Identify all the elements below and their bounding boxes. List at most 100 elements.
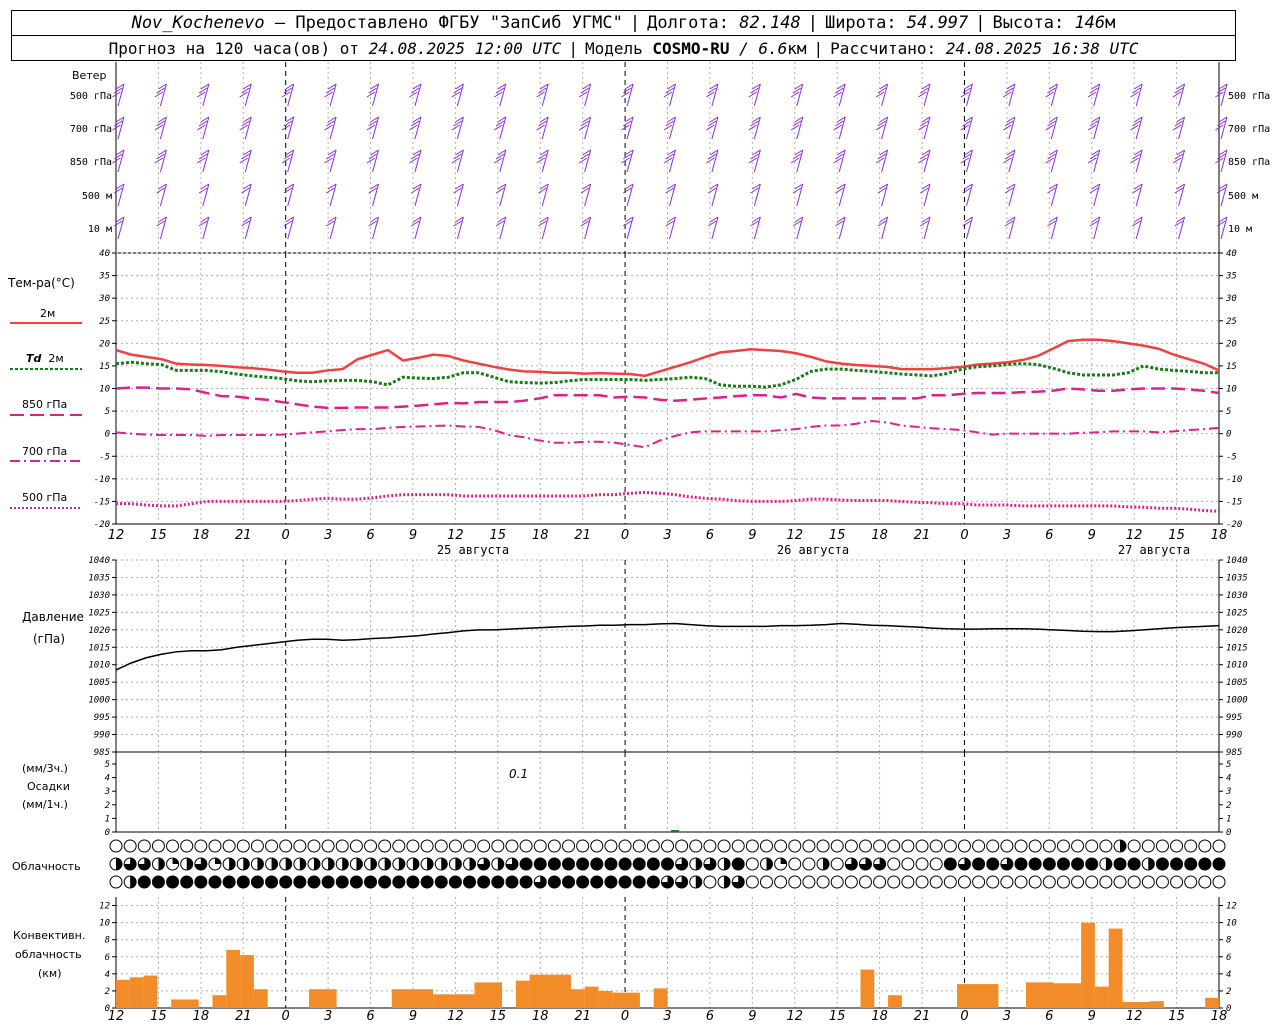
pres-tick-label-right: 1030: [1226, 591, 1248, 601]
conv-bar: [226, 949, 241, 1008]
temp-tick-label-right: 30: [1225, 294, 1237, 304]
temp-tick-label-left: 20: [99, 339, 110, 349]
wind-barb-feather: [1174, 220, 1184, 227]
temp-x-tick-label: 18: [193, 528, 210, 543]
wind-barb-feather: [1089, 87, 1099, 94]
cloud-middle-fill: [384, 858, 391, 870]
cloud-upper-circle: [661, 839, 674, 853]
cloud-middle-circle: [1127, 857, 1141, 871]
wind-barb-feather: [368, 153, 378, 160]
conv-bar: [529, 974, 571, 1008]
wind-barb: [283, 183, 295, 207]
wind-barb-feather: [1047, 220, 1056, 227]
cloud-middle-circle: [1184, 857, 1198, 871]
temp-x-tick-label: 21: [235, 528, 252, 543]
wind-barb-feather: [580, 120, 590, 127]
wind-barb-feather: [707, 220, 717, 227]
cloud-upper-circle: [434, 839, 448, 853]
wind-barb-feather: [326, 120, 335, 127]
wind-barb: [239, 83, 252, 107]
wind-barb: [1172, 116, 1186, 140]
wind-barb-feather: [1132, 87, 1141, 94]
cloud-middle-fill: [695, 858, 702, 870]
wind-barb-feather: [241, 187, 250, 194]
wind-barb-feather: [239, 124, 248, 131]
wind-barb-feather: [1045, 124, 1054, 131]
wind-barb-feather: [663, 124, 673, 131]
wind-barb-feather: [835, 120, 844, 127]
conv-bar: [391, 989, 406, 1008]
cloud-middle-fill: [172, 858, 179, 864]
meteogram: 500 гПа 500 гПа 700 гПа 700 гПа 850 гПа 850 г…: [10, 62, 1270, 1024]
wind-barb-feather: [835, 220, 844, 227]
wind-barb-feather: [1174, 87, 1184, 94]
cloud-lower-circle: [505, 875, 519, 889]
temp-tick-label-left: 30: [98, 294, 110, 304]
wind-barb-feather: [1174, 120, 1184, 127]
cloud-upper-circle: [972, 839, 986, 853]
conv-bar: [129, 977, 144, 1008]
cloud-upper-circle: [901, 839, 915, 853]
cloud-upper-circle: [717, 839, 731, 853]
wind-level-label-right: 500 гПа: [1228, 91, 1270, 102]
wind-barb-feather: [919, 153, 929, 160]
cloud-lower-circle: [1028, 875, 1042, 889]
temp-x-tick-label: 3: [324, 528, 332, 543]
cloud-lower-circle: [562, 875, 576, 889]
wind-barb-feather: [580, 220, 590, 227]
conv-x-tick-label: 18: [871, 1009, 888, 1024]
cloud-upper-circle: [123, 839, 137, 853]
cloud-lower-circle: [901, 875, 915, 889]
cloud-upper-circle: [873, 839, 887, 853]
wind-barb-feather: [707, 187, 717, 194]
wind-barb: [281, 83, 295, 107]
temp-x-tick-label: 15: [1168, 528, 1185, 543]
cloud-lower-circle: [491, 875, 505, 889]
cloud-lower-circle: [1127, 875, 1141, 889]
cloud-upper-circle: [533, 839, 547, 853]
cloud-middle-fill: [116, 858, 122, 870]
cloud-middle-fill: [285, 858, 292, 870]
wind-barb: [366, 149, 380, 173]
cloud-lower-circle: [759, 875, 773, 889]
wind-barb-feather: [283, 153, 293, 160]
temp-x-tick-label: 12: [786, 528, 803, 543]
prec-tick-label-right: 5: [1226, 760, 1231, 770]
wind-barb-feather: [410, 220, 420, 227]
cloud-upper-circle: [745, 839, 759, 853]
cloud-lower-circle: [279, 875, 293, 889]
temp-x-tick-label: 21: [574, 528, 591, 543]
cloud-lower-circle: [250, 875, 264, 889]
cloud-upper-circle: [1042, 839, 1056, 853]
cloud-middle-circle: [1028, 857, 1042, 871]
cloud-upper-circle: [194, 839, 208, 853]
conv-bar: [309, 989, 337, 1008]
cloud-upper-circle: [1212, 839, 1226, 853]
conv-bar: [240, 955, 254, 1008]
date-label: 25 августа: [437, 543, 509, 557]
conv-x-tick-label: 9: [409, 1009, 417, 1024]
temp-tick-label-right: 25: [1226, 317, 1237, 327]
cloud-lower-fill: [695, 876, 702, 888]
wind-barb-feather: [196, 124, 206, 131]
wind-barb-feather: [792, 187, 802, 194]
temp-tick-label-right: -15: [1226, 497, 1242, 507]
cloud-lower-circle: [1170, 875, 1184, 889]
cloud-upper-circle: [491, 839, 505, 853]
wind-barb: [960, 116, 973, 140]
cloud-middle-fill: [328, 858, 335, 870]
pres-tick-label-left: 1015: [88, 643, 110, 653]
conv-bar: [212, 995, 227, 1008]
conv-x-tick-label: 9: [1088, 1009, 1096, 1024]
cloud-middle-circle: [661, 857, 674, 871]
temp-x-tick-label: 0: [621, 528, 629, 543]
wind-barb: [748, 83, 761, 107]
wind-barb-feather: [877, 120, 887, 127]
cloud-lower-circle: [1085, 875, 1099, 889]
wind-barb-feather: [665, 120, 674, 127]
cloud-middle-circle: [1014, 857, 1028, 871]
cloud-upper-circle: [788, 839, 802, 853]
conv-x-tick-label: 18: [1211, 1009, 1228, 1024]
temp-tick-label-left: 40: [99, 249, 110, 259]
cloud-middle-fill: [313, 858, 320, 870]
